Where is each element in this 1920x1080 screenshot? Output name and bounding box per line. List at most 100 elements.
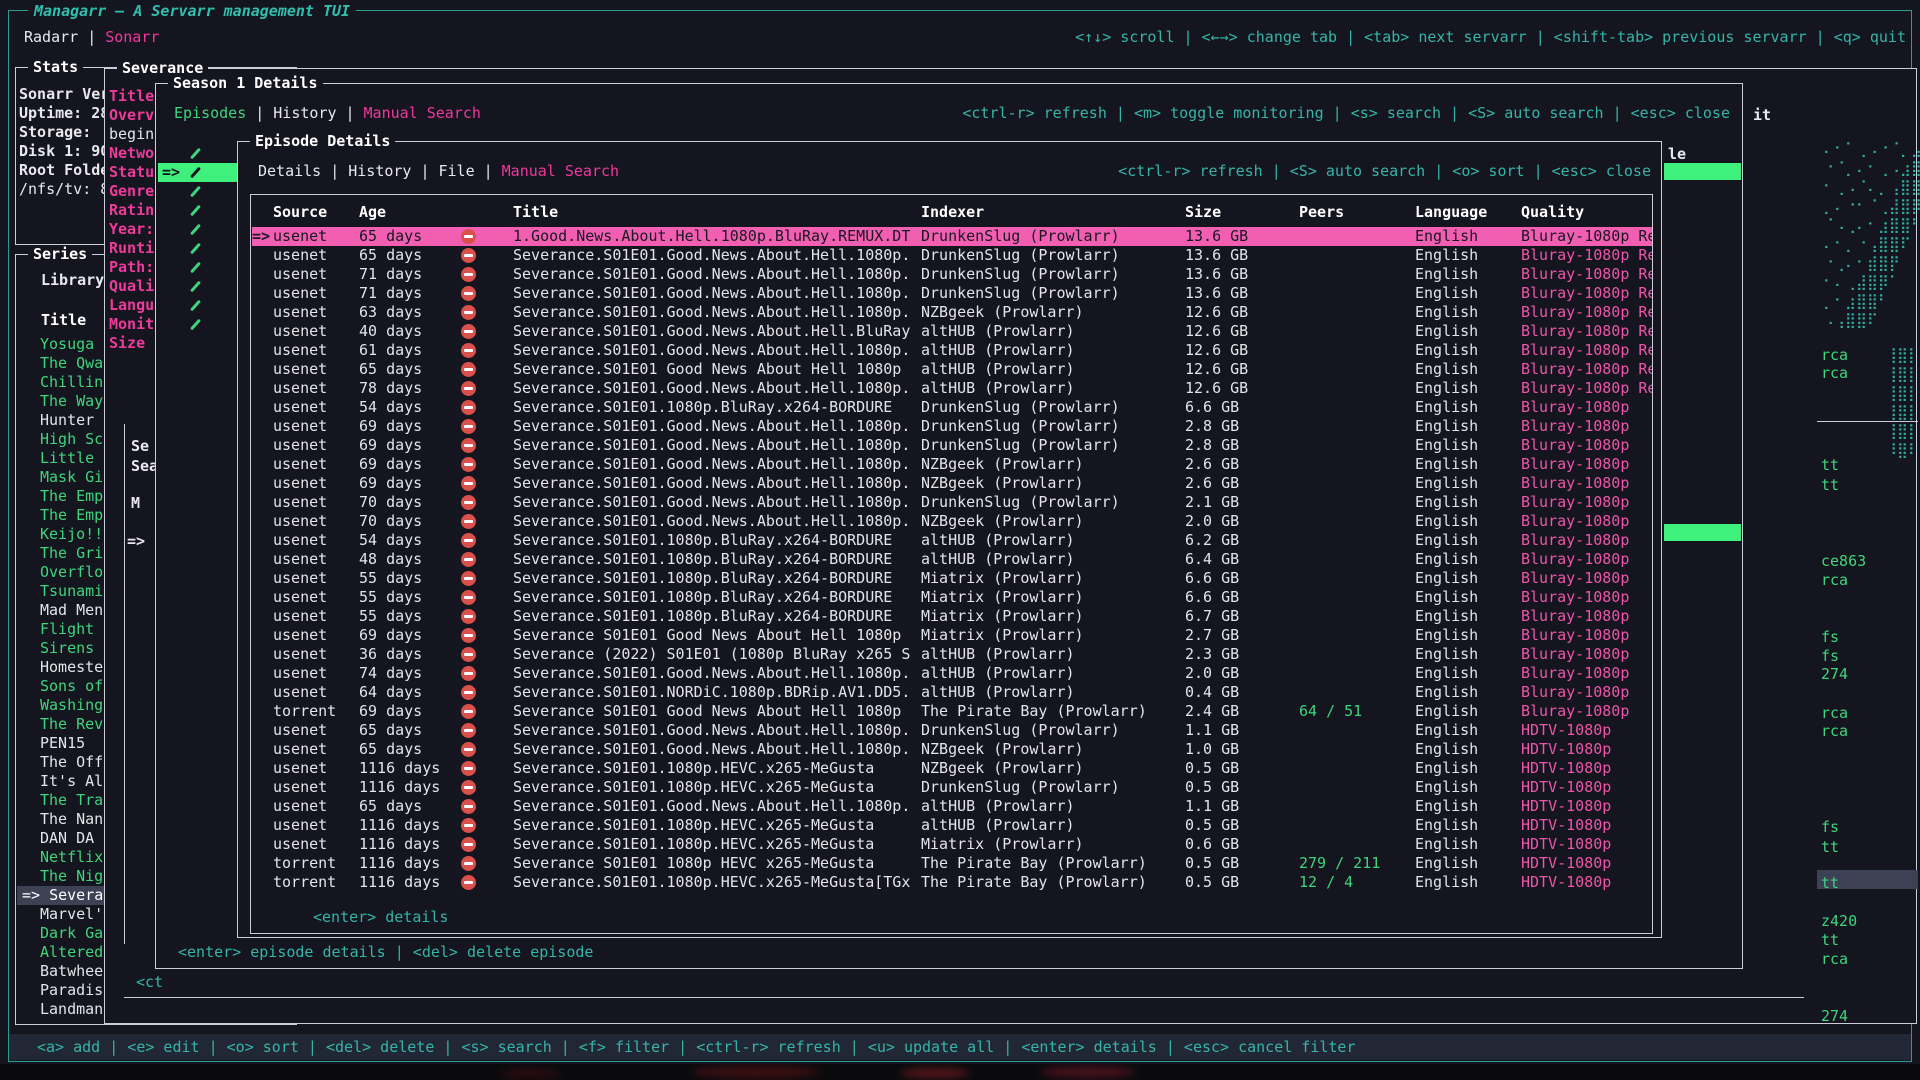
search-result-row[interactable]: usenet 78 days Severance.S01E01.Good.New… (252, 379, 1652, 398)
episode-modal-tab[interactable]: Details (258, 162, 348, 180)
search-result-row[interactable]: usenet 70 days Severance.S01E01.Good.New… (252, 493, 1652, 512)
search-result-row[interactable]: usenet 65 days Severance.S01E01.Good.New… (252, 721, 1652, 740)
cell-language: English (1415, 778, 1521, 797)
cell-source: usenet (273, 246, 359, 265)
poster-art-line: ⢸⣿⡇ (1886, 403, 1920, 422)
search-result-row[interactable]: usenet 65 days Severance.S01E01.Good.New… (252, 740, 1652, 759)
edit-pencil-icon (190, 281, 201, 293)
season-modal-tab[interactable]: History (273, 104, 363, 122)
cell-source: usenet (273, 398, 359, 417)
rejection-icon (461, 816, 513, 835)
episode-row-fragment[interactable] (158, 277, 238, 296)
cell-indexer: altHUB (Prowlarr) (921, 322, 1185, 341)
cell-language: English (1415, 379, 1521, 398)
cell-age: 1116 days (359, 873, 461, 892)
cell-language: English (1415, 474, 1521, 493)
episode-modal-tab[interactable]: Manual Search (502, 162, 619, 180)
search-result-row[interactable]: usenet 54 days Severance.S01E01.1080p.Bl… (252, 398, 1652, 417)
cell-indexer: Miatrix (Prowlarr) (921, 588, 1185, 607)
episode-row-fragment[interactable] (158, 220, 238, 239)
search-result-row[interactable]: usenet 1116 days Severance.S01E01.1080p.… (252, 778, 1652, 797)
search-result-row[interactable]: usenet 71 days Severance.S01E01.Good.New… (252, 284, 1652, 303)
rejection-icon (461, 322, 513, 341)
search-result-row[interactable]: usenet 64 days Severance.S01E01.NORDiC.1… (252, 683, 1652, 702)
cell-age: 70 days (359, 493, 461, 512)
background-text-fragment: <ct (136, 973, 163, 992)
cell-source: usenet (273, 588, 359, 607)
cell-size: 13.6 GB (1185, 227, 1299, 246)
episode-row-fragment[interactable] (158, 258, 238, 277)
search-result-row[interactable]: usenet 69 days Severance.S01E01.Good.New… (252, 455, 1652, 474)
cell-release-title: Severance.S01E01.Good.News.About.Hell.10… (513, 436, 921, 455)
search-result-row[interactable]: usenet 63 days Severance.S01E01.Good.New… (252, 303, 1652, 322)
search-result-row[interactable]: torrent 69 days Severance S01E01 Good Ne… (252, 702, 1652, 721)
cell-age: 36 days (359, 645, 461, 664)
cell-size: 2.1 GB (1185, 493, 1299, 512)
cell-size: 12.6 GB (1185, 341, 1299, 360)
servarr-tab[interactable]: Radarr (24, 28, 105, 46)
search-result-row[interactable]: usenet 61 days Severance.S01E01.Good.New… (252, 341, 1652, 360)
cell-source: usenet (273, 322, 359, 341)
search-result-row[interactable]: torrent 1116 days Severance.S01E01.1080p… (252, 873, 1652, 892)
rejection-icon (461, 531, 513, 550)
background-text-fragment: rca (1821, 364, 1848, 383)
search-result-row[interactable]: usenet 48 days Severance.S01E01.1080p.Bl… (252, 550, 1652, 569)
search-result-row[interactable]: usenet 55 days Severance.S01E01.1080p.Bl… (252, 569, 1652, 588)
episode-row-fragment[interactable] (158, 201, 238, 220)
search-result-row[interactable]: usenet 65 days Severance.S01E01 Good New… (252, 360, 1652, 379)
episode-row-fragment[interactable] (158, 239, 238, 258)
search-result-row[interactable]: usenet 65 days Severance.S01E01.Good.New… (252, 246, 1652, 265)
search-result-row[interactable]: usenet 69 days Severance.S01E01.Good.New… (252, 474, 1652, 493)
episode-modal-tab[interactable]: History (348, 162, 438, 180)
cell-source: usenet (273, 379, 359, 398)
row-selection-marker: => (158, 163, 180, 181)
cell-indexer: DrunkenSlug (Prowlarr) (921, 265, 1185, 284)
cell-age: 69 days (359, 702, 461, 721)
episode-row-fragment[interactable] (158, 315, 238, 334)
search-result-row[interactable]: usenet 54 days Severance.S01E01.1080p.Bl… (252, 531, 1652, 550)
search-result-row[interactable]: usenet 36 days Severance (2022) S01E01 (… (252, 645, 1652, 664)
episode-modal-tab[interactable]: File (439, 162, 502, 180)
tab-library[interactable]: Library (41, 271, 104, 289)
search-result-row[interactable]: usenet 71 days Severance.S01E01.Good.New… (252, 265, 1652, 284)
season-modal-tab[interactable]: Manual Search (364, 104, 481, 122)
search-result-row[interactable]: usenet 70 days Severance.S01E01.Good.New… (252, 512, 1652, 531)
column-header: Quality (1521, 203, 1652, 222)
episode-row-fragment[interactable] (158, 182, 238, 201)
search-result-row[interactable]: usenet 69 days Severance.S01E01.Good.New… (252, 417, 1652, 436)
cell-quality: Bluray-1080p (1521, 645, 1652, 664)
search-result-row[interactable]: => usenet 65 days 1.Good.News.About.Hell… (252, 227, 1652, 246)
cell-age: 65 days (359, 721, 461, 740)
search-result-row[interactable]: usenet 74 days Severance.S01E01.Good.New… (252, 664, 1652, 683)
search-result-row[interactable]: usenet 65 days Severance.S01E01.Good.New… (252, 797, 1652, 816)
episode-row-fragment[interactable]: => (158, 163, 238, 182)
episode-row-fragment[interactable] (158, 144, 238, 163)
app-title: Managarr — A Servarr management TUI (28, 2, 356, 21)
season-modal-tab[interactable]: Episodes (174, 104, 273, 122)
search-result-row[interactable]: usenet 55 days Severance.S01E01.1080p.Bl… (252, 607, 1652, 626)
episode-modal-tabs: DetailsHistoryFileManual Search (258, 162, 619, 181)
search-result-row[interactable]: usenet 1116 days Severance.S01E01.1080p.… (252, 759, 1652, 778)
search-result-row[interactable]: usenet 69 days Severance S01E01 Good New… (252, 626, 1652, 645)
cell-source: usenet (273, 645, 359, 664)
servarr-tab[interactable]: Sonarr (105, 28, 159, 46)
rejection-icon (461, 246, 513, 265)
rejection-icon (461, 702, 513, 721)
cell-language: English (1415, 607, 1521, 626)
search-result-row[interactable]: torrent 1116 days Severance S01E01 1080p… (252, 854, 1652, 873)
episode-row-fragment[interactable] (158, 296, 238, 315)
cell-age: 65 days (359, 797, 461, 816)
global-keybinds-bar: <a> add | <e> edit | <o> sort | <del> de… (9, 1034, 1911, 1060)
cell-source: usenet (273, 474, 359, 493)
search-result-row[interactable]: usenet 1116 days Severance.S01E01.1080p.… (252, 816, 1652, 835)
cell-release-title: Severance.S01E01.Good.News.About.Hell.10… (513, 740, 921, 759)
episode-details-modal: Episode Details DetailsHistoryFileManual… (237, 141, 1662, 938)
rejection-icon (461, 645, 513, 664)
row-selection-marker: => (252, 227, 273, 246)
search-result-row[interactable]: usenet 69 days Severance.S01E01.Good.New… (252, 436, 1652, 455)
search-result-row[interactable]: usenet 1116 days Severance.S01E01.1080p.… (252, 835, 1652, 854)
search-result-row[interactable]: usenet 40 days Severance.S01E01.Good.New… (252, 322, 1652, 341)
cell-release-title: Severance.S01E01.1080p.BluRay.x264-BORDU… (513, 569, 921, 588)
cell-size: 2.0 GB (1185, 512, 1299, 531)
search-result-row[interactable]: usenet 55 days Severance.S01E01.1080p.Bl… (252, 588, 1652, 607)
